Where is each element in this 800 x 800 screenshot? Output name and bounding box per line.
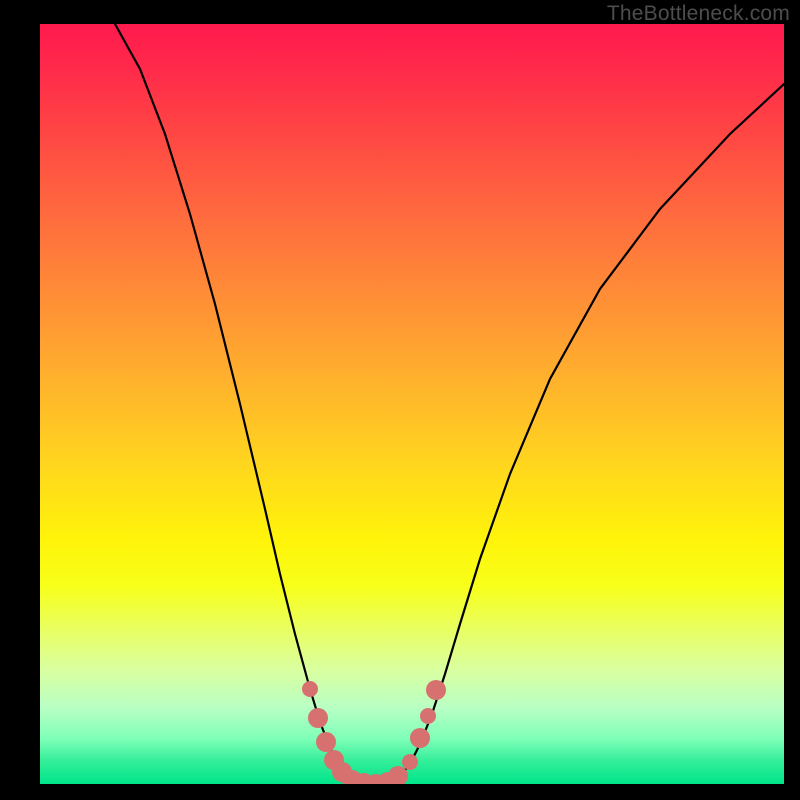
watermark-text: TheBottleneck.com <box>607 2 790 26</box>
plot-area <box>40 24 784 784</box>
chart-svg <box>40 24 784 784</box>
marker-dot <box>402 754 418 770</box>
marker-dot <box>316 732 336 752</box>
marker-dot <box>308 708 328 728</box>
marker-dot <box>410 728 430 748</box>
marker-dot <box>420 708 436 724</box>
chart-frame: TheBottleneck.com <box>0 0 800 800</box>
marker-dot <box>426 680 446 700</box>
marker-dot <box>302 681 318 697</box>
bottleneck-curve <box>115 24 784 784</box>
